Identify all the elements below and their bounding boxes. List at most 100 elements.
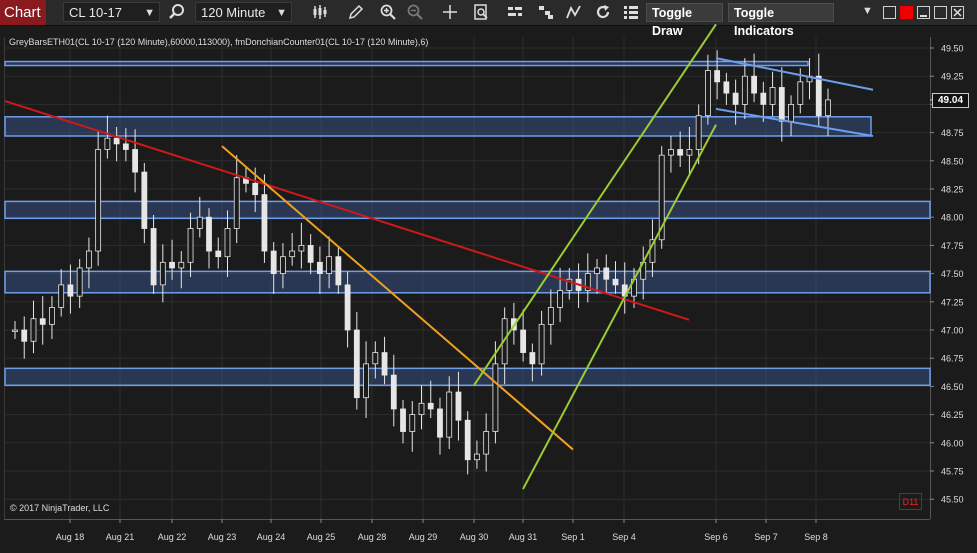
price-bar-body — [418, 402, 425, 416]
price-bar-body — [104, 137, 111, 150]
price-bar-body — [122, 143, 129, 150]
price-bar-body — [49, 307, 55, 325]
price-bar-body — [30, 318, 37, 342]
price-bar-body — [215, 250, 222, 258]
x-axis-label: Sep 7 — [754, 532, 778, 542]
price-bar-body — [372, 352, 379, 365]
price-bar-body — [224, 228, 231, 258]
price-bar-body — [686, 149, 693, 156]
price-bar-body — [464, 419, 471, 461]
x-axis-label: Aug 22 — [158, 532, 187, 542]
price-bar-body — [132, 149, 139, 173]
price-bar-body — [344, 284, 351, 331]
price-bar-body — [353, 329, 360, 399]
price-bar-body — [797, 81, 804, 105]
y-axis-label: 48.00 — [941, 213, 964, 223]
y-axis-label: 45.75 — [941, 467, 964, 477]
price-bar-body — [169, 261, 175, 269]
support-resistance-zone[interactable] — [4, 367, 931, 387]
price-bar-body — [427, 402, 434, 410]
price-bar-body — [95, 149, 102, 252]
price-bar-body — [788, 104, 794, 122]
price-bar-body — [723, 81, 730, 94]
price-bar-body — [732, 92, 739, 105]
trendline[interactable] — [221, 145, 574, 451]
price-bar-body — [529, 352, 536, 365]
price-bar-body — [677, 149, 684, 156]
price-bar-body — [741, 75, 748, 105]
y-axis-label: 48.75 — [941, 128, 964, 138]
price-bar-body — [381, 352, 388, 376]
y-axis-label: 47.50 — [941, 269, 964, 279]
x-axis-label: Aug 24 — [257, 532, 286, 542]
x-axis-label: Sep 8 — [804, 532, 828, 542]
price-bar-body — [159, 261, 166, 286]
price-bar-body — [76, 267, 83, 297]
price-bar-body — [252, 182, 259, 196]
price-bar-body — [141, 171, 148, 229]
x-axis-label: Aug 25 — [307, 532, 336, 542]
support-resistance-zone[interactable] — [4, 270, 931, 294]
price-bar-body — [280, 256, 286, 274]
price-bar-body — [547, 307, 554, 325]
price-bar-body — [326, 256, 333, 274]
y-axis-label: 46.25 — [941, 410, 964, 420]
x-axis-label: Aug 31 — [509, 532, 538, 542]
price-bar-body — [538, 323, 545, 365]
x-axis-label: Sep 4 — [612, 532, 636, 542]
price-bar-body — [778, 87, 785, 122]
price-bar-body — [261, 194, 268, 252]
current-price-marker: 49.04 — [932, 93, 969, 108]
price-bar-body — [270, 250, 277, 274]
price-bar-body — [390, 374, 397, 410]
price-bar-body — [12, 329, 18, 332]
x-axis-label: Sep 1 — [561, 532, 585, 542]
price-bar-body — [21, 329, 28, 342]
price-bar-body — [67, 284, 74, 297]
price-bar-body — [178, 261, 185, 269]
price-bar-body — [316, 261, 323, 275]
price-bar-body — [437, 408, 443, 438]
copyright-label: © 2017 NinjaTrader, LLC — [10, 503, 110, 513]
y-axis-label: 47.75 — [941, 241, 964, 251]
price-bar-body — [492, 363, 499, 432]
price-bar-body — [409, 414, 416, 432]
price-bar-body — [520, 329, 527, 353]
price-bar-body — [233, 177, 240, 229]
price-bar-body — [815, 75, 822, 117]
x-axis-label: Aug 28 — [358, 532, 387, 542]
price-bar-body — [113, 137, 120, 145]
price-bar-body — [714, 70, 721, 83]
bar-timer-badge: D11 — [899, 493, 922, 510]
price-bar-body — [483, 431, 490, 455]
price-bar-body — [206, 216, 212, 252]
price-bar-body — [695, 115, 702, 150]
x-axis-label: Aug 30 — [460, 532, 489, 542]
y-axis-label: 47.00 — [941, 326, 964, 336]
price-bar-body — [603, 267, 610, 280]
y-axis-label: 49.50 — [941, 44, 964, 54]
y-axis-label: 45.50 — [941, 495, 964, 505]
support-resistance-zone[interactable] — [4, 60, 809, 67]
x-axis-label: Sep 6 — [704, 532, 728, 542]
price-bar-body — [298, 244, 305, 252]
price-bar-body — [668, 149, 674, 156]
price-bar-body — [704, 70, 711, 117]
price-bar-body — [58, 284, 65, 308]
x-axis-label: Aug 29 — [409, 532, 438, 542]
y-axis-label: 46.50 — [941, 382, 964, 392]
chart-title: GreyBarsETH01(CL 10-17 (120 Minute),6000… — [9, 37, 429, 47]
price-bar-body — [363, 363, 369, 399]
y-axis-label: 48.25 — [941, 185, 964, 195]
price-bar-body — [196, 216, 203, 229]
price-bar-body — [187, 228, 194, 263]
price-bar-body — [751, 75, 757, 94]
price-bar-body — [474, 453, 480, 461]
price-bar-body — [335, 256, 342, 286]
price-bar-body — [289, 250, 296, 258]
x-axis-label: Aug 18 — [56, 532, 85, 542]
price-bar-body — [446, 391, 453, 438]
price-bar-body — [594, 267, 600, 274]
trendline[interactable] — [522, 124, 717, 490]
y-axis-label: 46.75 — [941, 354, 964, 364]
